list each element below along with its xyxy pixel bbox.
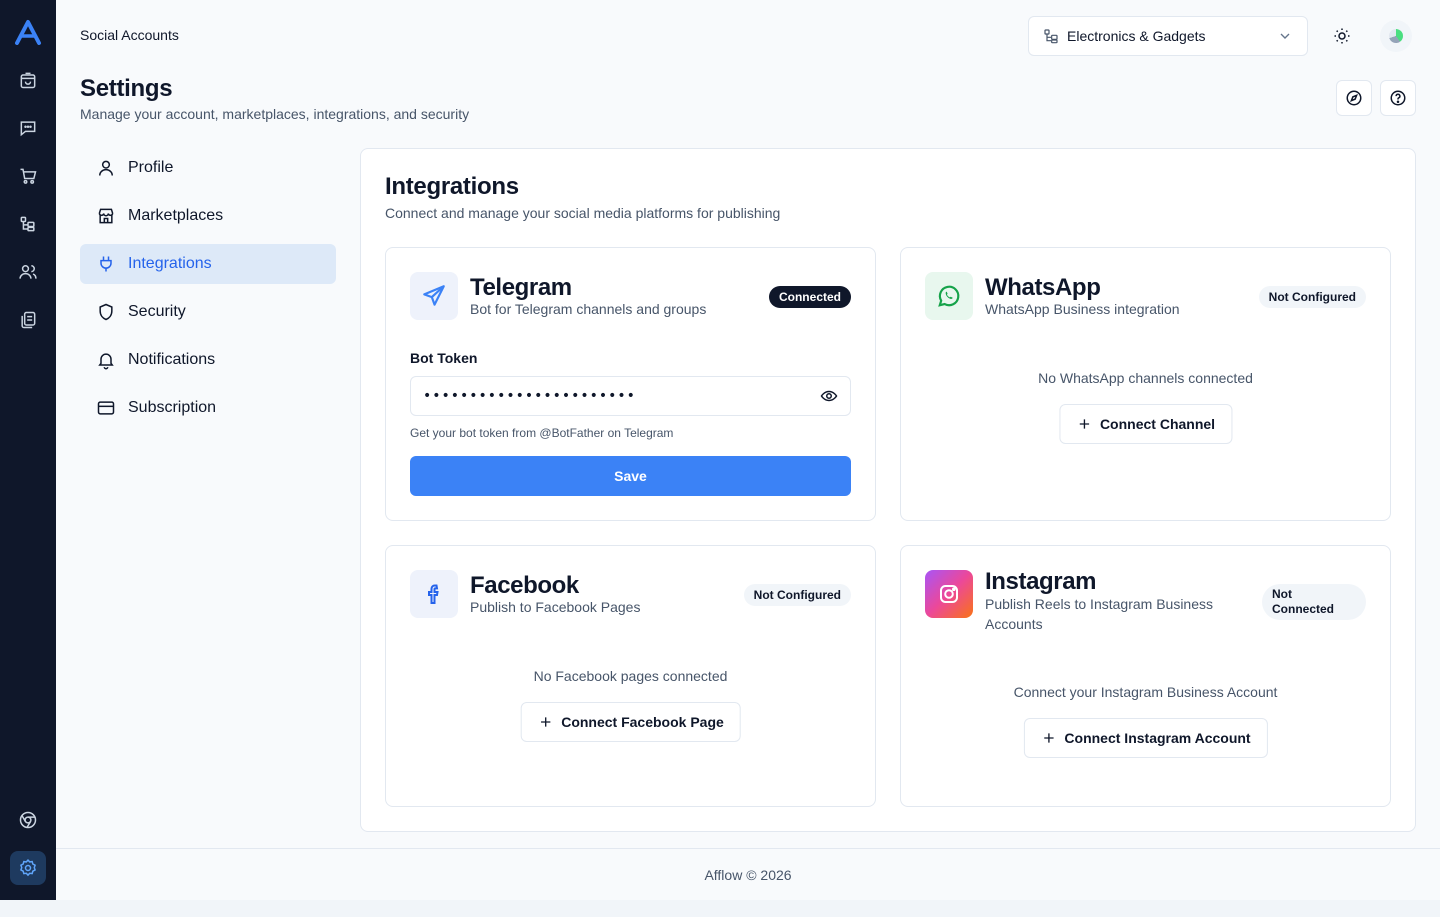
- settings-nav-marketplaces[interactable]: Marketplaces: [80, 196, 336, 236]
- telegram-name: Telegram: [470, 274, 572, 301]
- plug-icon: [96, 254, 116, 274]
- app-rail: [0, 0, 56, 900]
- telegram-send-icon: [410, 272, 458, 320]
- integrations-subtitle: Connect and manage your social media pla…: [385, 205, 781, 221]
- whatsapp-card: WhatsApp WhatsApp Business integration N…: [900, 247, 1391, 521]
- instagram-status-badge: Not Connected: [1262, 584, 1366, 620]
- help-button[interactable]: [1380, 80, 1416, 116]
- telegram-description: Bot for Telegram channels and groups: [470, 301, 707, 317]
- footer: Afflow © 2026: [56, 848, 1440, 900]
- settings-nav-label: Notifications: [128, 351, 216, 368]
- settings-nav: Profile Marketplaces Integrations Securi…: [80, 148, 336, 436]
- settings-nav-security[interactable]: Security: [80, 292, 336, 332]
- facebook-card: Facebook Publish to Facebook Pages Not C…: [385, 545, 876, 807]
- integrations-title: Integrations: [385, 173, 519, 200]
- whatsapp-empty-state: No WhatsApp channels connected: [1038, 370, 1253, 386]
- facebook-description: Publish to Facebook Pages: [470, 599, 641, 615]
- whatsapp-status-badge: Not Configured: [1258, 286, 1366, 308]
- connect-facebook-page-button[interactable]: Connect Facebook Page: [520, 702, 741, 742]
- settings-icon[interactable]: [10, 851, 46, 885]
- connect-facebook-page-label: Connect Facebook Page: [561, 714, 724, 730]
- bot-token-input[interactable]: [423, 388, 820, 404]
- page-title: Settings: [80, 75, 173, 102]
- bottom-strip: [0, 900, 1440, 917]
- chrome-icon[interactable]: [16, 808, 40, 832]
- user-icon: [96, 158, 116, 178]
- avatar[interactable]: [1380, 20, 1412, 52]
- facebook-icon: [410, 570, 458, 618]
- facebook-name: Facebook: [470, 572, 579, 599]
- settings-nav-label: Profile: [128, 159, 174, 176]
- facebook-status-badge: Not Configured: [743, 584, 851, 606]
- section-title: Social Accounts: [80, 27, 179, 43]
- bot-token-field[interactable]: [410, 376, 851, 416]
- cart-icon[interactable]: [16, 164, 40, 188]
- telegram-status-badge: Connected: [768, 286, 851, 308]
- instagram-card: Instagram Publish Reels to Instagram Bus…: [900, 545, 1391, 807]
- store-selector[interactable]: Electronics & Gadgets: [1028, 16, 1308, 56]
- catalog-icon[interactable]: [16, 212, 40, 236]
- store-tree-icon: [1043, 28, 1059, 44]
- messages-icon[interactable]: [16, 116, 40, 140]
- settings-nav-profile[interactable]: Profile: [80, 148, 336, 188]
- help-circle-icon: [1389, 89, 1407, 107]
- instagram-name: Instagram: [985, 568, 1097, 595]
- connect-instagram-account-label: Connect Instagram Account: [1064, 730, 1251, 746]
- telegram-card: Telegram Bot for Telegram channels and g…: [385, 247, 876, 521]
- connect-channel-label: Connect Channel: [1099, 416, 1216, 432]
- instagram-icon: [925, 570, 973, 618]
- settings-nav-label: Integrations: [128, 255, 212, 272]
- plus-icon: [1076, 416, 1092, 432]
- page-subtitle: Manage your account, marketplaces, integ…: [80, 106, 470, 122]
- footer-copyright: Afflow © 2026: [704, 866, 792, 883]
- theme-toggle-sun-icon[interactable]: [1330, 24, 1354, 48]
- save-button[interactable]: Save: [410, 456, 851, 496]
- integrations-panel: Integrations Connect and manage your soc…: [360, 148, 1416, 832]
- chevron-down-icon: [1277, 28, 1293, 44]
- settings-nav-integrations[interactable]: Integrations: [80, 244, 336, 284]
- plus-icon: [1040, 730, 1056, 746]
- settings-nav-label: Security: [128, 303, 186, 320]
- plus-icon: [537, 714, 553, 730]
- bot-token-label: Bot Token: [410, 350, 478, 366]
- connect-channel-button[interactable]: Connect Channel: [1058, 404, 1233, 444]
- settings-nav-label: Subscription: [128, 399, 217, 416]
- whatsapp-description: WhatsApp Business integration: [985, 301, 1180, 317]
- instagram-description: Publish Reels to Instagram Business Acco…: [985, 596, 1213, 632]
- orders-icon[interactable]: [16, 68, 40, 92]
- whatsapp-name: WhatsApp: [985, 274, 1101, 301]
- compass-icon: [1345, 89, 1363, 107]
- instagram-empty-state: Connect your Instagram Business Account: [1013, 684, 1278, 700]
- store-selector-value: Electronics & Gadgets: [1067, 28, 1206, 44]
- logo-icon[interactable]: [14, 19, 42, 45]
- avatar-image: [1389, 29, 1403, 43]
- store-icon: [96, 206, 116, 226]
- settings-nav-subscription[interactable]: Subscription: [80, 388, 336, 428]
- settings-nav-notifications[interactable]: Notifications: [80, 340, 336, 380]
- settings-nav-label: Marketplaces: [128, 207, 224, 224]
- credit-card-icon: [96, 398, 116, 418]
- facebook-empty-state: No Facebook pages connected: [533, 668, 728, 684]
- users-icon[interactable]: [16, 260, 40, 284]
- whatsapp-icon: [925, 272, 973, 320]
- connect-instagram-account-button[interactable]: Connect Instagram Account: [1023, 718, 1268, 758]
- bell-icon: [96, 350, 116, 370]
- documents-icon[interactable]: [16, 308, 40, 332]
- compass-button[interactable]: [1336, 80, 1372, 116]
- bot-token-hint: Get your bot token from @BotFather on Te…: [410, 426, 674, 440]
- eye-icon[interactable]: [820, 387, 838, 405]
- shield-icon: [96, 302, 116, 322]
